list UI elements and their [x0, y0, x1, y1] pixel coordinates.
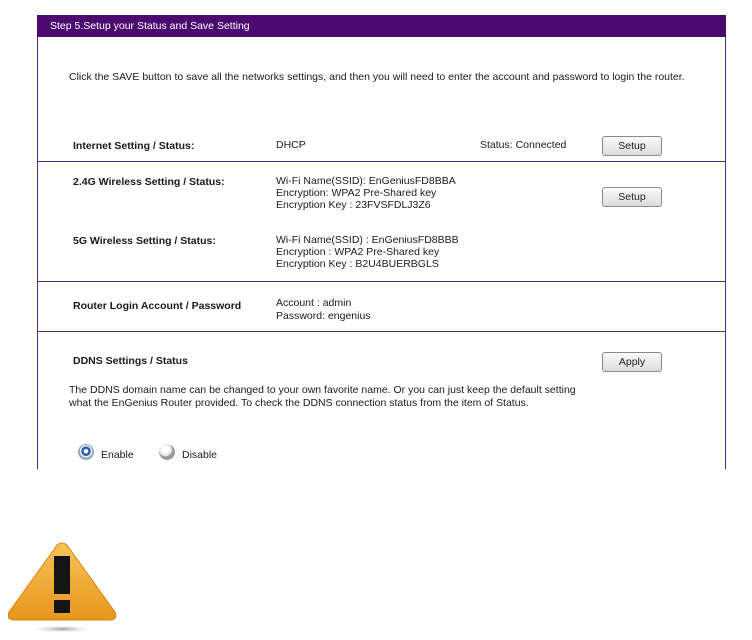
wireless24-label: 2.4G Wireless Setting / Status: [73, 176, 225, 188]
ddns-enable-label[interactable]: Enable [101, 449, 134, 462]
internet-type: DHCP [276, 139, 306, 151]
wireless-setup-button[interactable]: Setup [602, 187, 662, 207]
step-header: Step 5.Setup your Status and Save Settin… [37, 15, 726, 37]
ddns-disable-radio[interactable] [159, 444, 175, 460]
wireless5-encryption: Encryption : WPA2 Pre-Shared key [276, 246, 440, 258]
divider [37, 281, 726, 282]
login-account: Account : admin [276, 297, 352, 309]
login-password: Password: engenius [276, 310, 371, 322]
divider [37, 331, 726, 332]
internet-label: Internet Setting / Status: [73, 140, 195, 152]
intro-text: Click the SAVE button to save all the ne… [69, 71, 685, 83]
wireless5-key: Encryption Key : B2U4BUERBGLS [276, 258, 439, 270]
ddns-description: The DDNS domain name can be changed to y… [69, 384, 576, 409]
ddns-label: DDNS Settings / Status [73, 355, 188, 367]
wireless24-key: Encryption Key : 23FVSFDLJ3Z6 [276, 199, 431, 211]
divider [37, 161, 726, 162]
ddns-disable-label[interactable]: Disable [182, 449, 217, 462]
login-label: Router Login Account / Password [73, 300, 242, 312]
ddns-enable-radio[interactable] [78, 444, 94, 460]
internet-setup-button[interactable]: Setup [602, 136, 662, 156]
wireless24-encryption: Encryption: WPA2 Pre-Shared key [276, 187, 437, 199]
internet-status: Status: Connected [480, 139, 567, 151]
wireless5-label: 5G Wireless Setting / Status: [73, 235, 216, 247]
step-title: Step 5.Setup your Status and Save Settin… [50, 20, 250, 32]
wireless24-ssid: Wi-Fi Name(SSID): EnGeniusFD8BBA [276, 175, 456, 187]
ddns-apply-button[interactable]: Apply [602, 352, 662, 372]
wireless5-ssid: Wi-Fi Name(SSID) : EnGeniusFD8BBB [276, 234, 459, 246]
warning-icon [7, 540, 120, 636]
